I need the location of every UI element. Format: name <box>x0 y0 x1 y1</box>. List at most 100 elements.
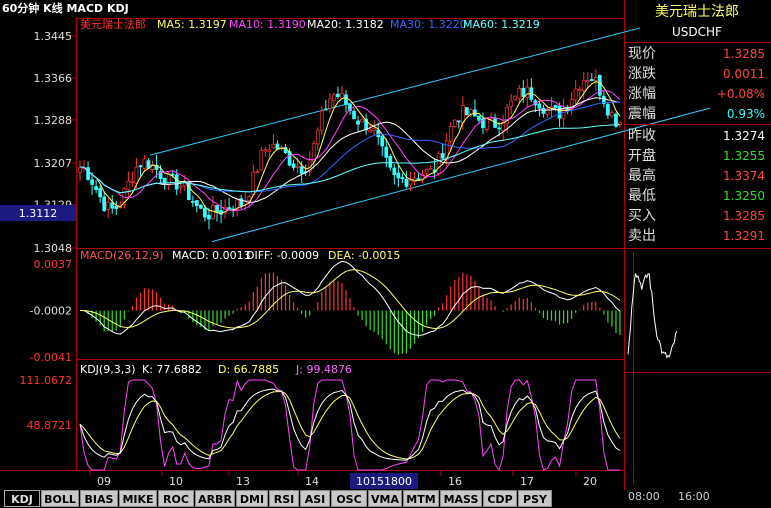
candle-body <box>259 150 264 171</box>
candle-body <box>360 118 364 123</box>
macd-dea: DEA: -0.0015 <box>328 249 400 262</box>
kdj-tick-label: 111.0672 <box>20 374 73 387</box>
indicator-tabs: KDJ BOLL BIAS MIKE ROC ARBR DMI RSI ASI OSC VMA MTM… <box>0 490 771 508</box>
tab-vma[interactable]: VMA <box>368 490 402 507</box>
candle-body <box>380 135 385 147</box>
x-tick-label: 09 <box>97 475 111 488</box>
candle-body <box>332 94 336 101</box>
candle-body <box>90 179 94 185</box>
candle-body <box>424 169 429 174</box>
candle-body <box>384 146 389 158</box>
kdj-title: KDJ(9,3,3) <box>80 363 136 376</box>
rp-name-en: USDCHF <box>672 25 722 39</box>
quote-value: 1.3285 <box>723 209 765 223</box>
candle-body <box>392 167 397 176</box>
candle-body <box>86 167 90 180</box>
candles <box>78 69 622 230</box>
candle-body <box>497 127 501 130</box>
candle-body <box>606 103 610 116</box>
candle-body <box>130 181 135 183</box>
period-label: 60分钟 K线 MACD KDJ <box>2 1 129 15</box>
candle-body <box>195 200 199 207</box>
tab-mike[interactable]: MIKE <box>119 490 157 507</box>
ma-label: MA10: 1.3190 <box>229 18 306 31</box>
candle-body <box>408 179 413 186</box>
quote-row: 涨跌 0.0011 <box>628 64 771 84</box>
candle-body <box>469 109 473 115</box>
candle-body <box>190 200 195 203</box>
tab-kdj[interactable]: KDJ <box>4 490 40 507</box>
kdj-k: K: 77.6882 <box>142 363 202 376</box>
candle-body <box>477 115 481 121</box>
quote-label: 卖出 <box>628 228 656 244</box>
candle-body <box>593 77 598 81</box>
candle-body <box>352 110 356 120</box>
quote-row: 开盘 1.3255 <box>628 146 771 166</box>
tab-mass[interactable]: MASS <box>440 490 482 507</box>
quote-label: 涨幅 <box>628 86 656 102</box>
candle-body <box>299 166 304 174</box>
quote-value: 1.3291 <box>723 229 765 243</box>
quote-label: 最高 <box>628 168 656 184</box>
candle-body <box>517 88 522 99</box>
tab-mtm[interactable]: MTM <box>403 490 439 507</box>
tab-psy[interactable]: PSY <box>518 490 552 507</box>
candle-body <box>114 205 119 209</box>
tab-arbr[interactable]: ARBR <box>195 490 235 507</box>
tab-osc[interactable]: OSC <box>331 490 367 507</box>
candle-body <box>525 86 530 98</box>
tab-asi[interactable]: ASI <box>300 490 330 507</box>
candle-body <box>513 95 518 101</box>
candle-body <box>106 201 111 210</box>
candle-body <box>577 88 582 92</box>
tab-bias[interactable]: BIAS <box>80 490 118 507</box>
tab-roc[interactable]: ROC <box>158 490 194 507</box>
candle-body <box>589 79 594 82</box>
x-tick-label: 10 <box>169 475 183 488</box>
candle-body <box>199 204 203 209</box>
tab-cdp[interactable]: CDP <box>483 490 517 507</box>
candle-body <box>174 174 179 190</box>
quote-value: 0.0011 <box>723 67 765 81</box>
candle-body <box>178 185 183 188</box>
tab-dmi[interactable]: DMI <box>236 490 268 507</box>
candle-body <box>436 153 441 174</box>
candle-body <box>509 100 514 107</box>
candle-body <box>448 125 453 142</box>
candle-body <box>416 178 421 181</box>
quote-label: 开盘 <box>628 148 656 164</box>
quote-label: 震幅 <box>628 106 656 122</box>
price-tick-label: 1.3207 <box>34 157 73 170</box>
ma-label: MA60: 1.3219 <box>463 18 540 31</box>
kdj-tick-label: 48.8721 <box>27 419 73 432</box>
candle-body <box>460 105 465 124</box>
candle-body <box>263 149 268 152</box>
tab-rsi[interactable]: RSI <box>269 490 299 507</box>
candle-body <box>428 167 433 170</box>
quote-row: 买入 1.3285 <box>628 206 771 226</box>
price-tick-label: 1.3288 <box>34 114 73 127</box>
candle-body <box>162 177 167 185</box>
mini-intraday-line <box>627 273 678 359</box>
quote-row: 现价 1.3285 <box>628 44 771 64</box>
candle-body <box>102 196 107 211</box>
x-tick-label: 13 <box>236 475 250 488</box>
quote-label: 现价 <box>628 46 656 62</box>
quote-value: 1.3255 <box>723 149 765 163</box>
kdj-j: J: 99.4876 <box>295 363 352 376</box>
quote-row: 最高 1.3374 <box>628 166 771 186</box>
quote-row: 卖出 1.3291 <box>628 226 771 246</box>
candle-body <box>311 143 316 162</box>
candle-body <box>340 93 344 99</box>
candle-body <box>267 149 272 152</box>
ma-lines <box>79 81 621 215</box>
candle-body <box>456 120 461 123</box>
quote-value: 1.3374 <box>723 169 765 183</box>
candle-body <box>388 156 393 168</box>
kdj-axis: 111.0672 48.8721 <box>20 374 73 432</box>
kdj-lines <box>79 379 621 472</box>
candle-body <box>336 93 340 98</box>
tab-boll[interactable]: BOLL <box>41 490 79 507</box>
macd-tick-label: -0.0041 <box>30 351 72 364</box>
candle-body <box>110 202 115 209</box>
